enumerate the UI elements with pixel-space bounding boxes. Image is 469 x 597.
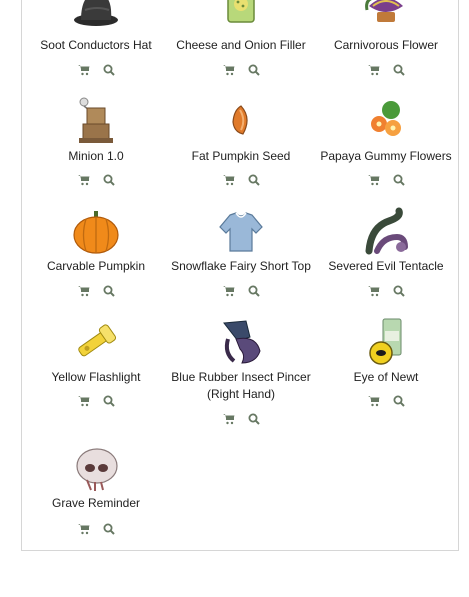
- shopping-cart-icon[interactable]: [77, 395, 90, 407]
- shopping-cart-icon[interactable]: [367, 395, 380, 407]
- item-name[interactable]: Minion 1.0: [23, 148, 169, 165]
- search-icon[interactable]: [393, 395, 405, 407]
- gummy-flowers-icon[interactable]: [361, 96, 411, 146]
- item-name[interactable]: Severed Evil Tentacle: [313, 258, 459, 275]
- search-icon[interactable]: [103, 174, 115, 186]
- cardboard-robot-icon[interactable]: [71, 96, 121, 146]
- shopping-cart-icon[interactable]: [367, 174, 380, 186]
- item-actions: [313, 174, 459, 188]
- shirt-icon[interactable]: [216, 207, 266, 257]
- item-name[interactable]: Eye of Newt: [313, 369, 459, 386]
- item-name[interactable]: Carnivorous Flower: [313, 37, 459, 54]
- item-name[interactable]: Snowflake Fairy Short Top: [168, 258, 314, 275]
- shopping-cart-icon[interactable]: [367, 64, 380, 76]
- item-actions: [313, 285, 459, 299]
- item-actions: [23, 174, 169, 188]
- item-name[interactable]: Grave Reminder: [23, 495, 169, 512]
- item-actions: [168, 64, 314, 78]
- search-icon[interactable]: [103, 285, 115, 297]
- item-name[interactable]: Cheese and Onion Filler: [168, 37, 314, 54]
- shopping-cart-icon[interactable]: [77, 64, 90, 76]
- shopping-cart-icon[interactable]: [77, 523, 90, 535]
- shopping-cart-icon[interactable]: [222, 413, 235, 425]
- search-icon[interactable]: [393, 64, 405, 76]
- item-name[interactable]: Yellow Flashlight: [23, 369, 169, 386]
- item-actions: [313, 395, 459, 409]
- tentacle-icon[interactable]: [361, 207, 411, 257]
- item-name[interactable]: Blue Rubber Insect Pincer (Right Hand): [168, 369, 314, 403]
- item-name[interactable]: Fat Pumpkin Seed: [168, 148, 314, 165]
- seed-icon[interactable]: [216, 96, 266, 146]
- carnivorous-flower-icon[interactable]: [361, 0, 411, 30]
- shopping-cart-icon[interactable]: [222, 285, 235, 297]
- items-panel: Soot Conductors Hat Cheese and Onion Fil…: [21, 0, 459, 551]
- insect-pincer-icon[interactable]: [216, 317, 266, 367]
- search-icon[interactable]: [248, 285, 260, 297]
- search-icon[interactable]: [103, 395, 115, 407]
- item-actions: [23, 64, 169, 78]
- item-actions: [168, 413, 314, 427]
- black-hat-icon[interactable]: [71, 0, 121, 30]
- pumpkin-icon[interactable]: [71, 207, 121, 257]
- search-icon[interactable]: [248, 413, 260, 425]
- item-name[interactable]: Papaya Gummy Flowers: [313, 148, 459, 165]
- item-name[interactable]: Soot Conductors Hat: [23, 37, 169, 54]
- search-icon[interactable]: [393, 285, 405, 297]
- shopping-cart-icon[interactable]: [77, 285, 90, 297]
- search-icon[interactable]: [248, 64, 260, 76]
- item-actions: [23, 285, 169, 299]
- item-actions: [313, 64, 459, 78]
- flashlight-icon[interactable]: [71, 317, 121, 367]
- shopping-cart-icon[interactable]: [222, 64, 235, 76]
- item-actions: [168, 174, 314, 188]
- search-icon[interactable]: [103, 64, 115, 76]
- item-name[interactable]: Carvable Pumpkin: [23, 258, 169, 275]
- eye-of-newt-icon[interactable]: [361, 317, 411, 367]
- search-icon[interactable]: [248, 174, 260, 186]
- snack-jar-icon[interactable]: [216, 0, 266, 30]
- item-actions: [23, 395, 169, 409]
- shopping-cart-icon[interactable]: [222, 174, 235, 186]
- shopping-cart-icon[interactable]: [77, 174, 90, 186]
- item-actions: [168, 285, 314, 299]
- search-icon[interactable]: [393, 174, 405, 186]
- item-actions: [23, 523, 169, 537]
- shopping-cart-icon[interactable]: [367, 285, 380, 297]
- skull-icon[interactable]: [71, 444, 121, 494]
- search-icon[interactable]: [103, 523, 115, 535]
